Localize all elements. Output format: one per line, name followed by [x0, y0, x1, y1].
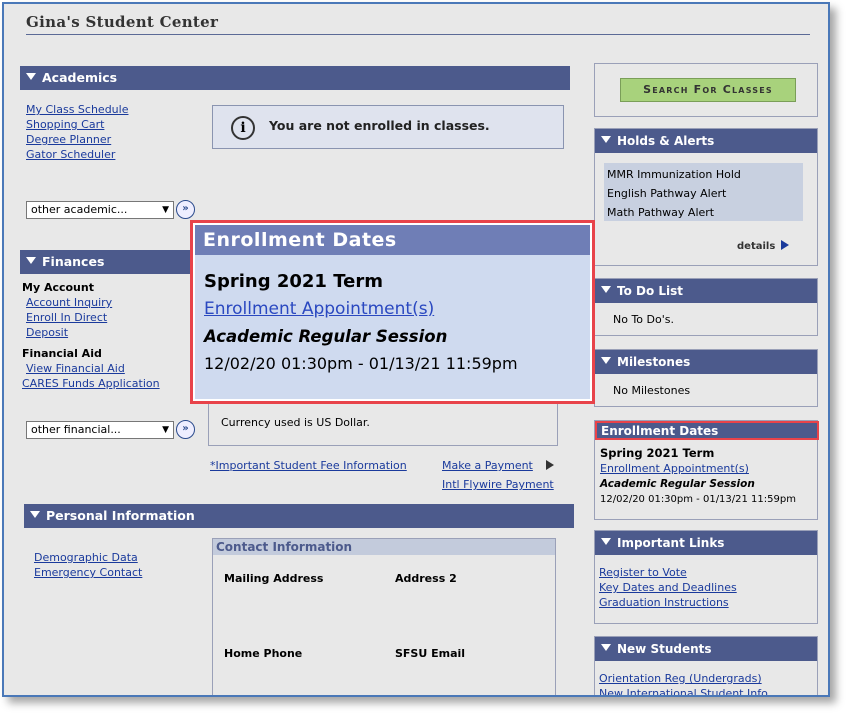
cares-funds-link[interactable]: CARES Funds Application — [22, 376, 207, 391]
info-icon: i — [231, 116, 255, 140]
graduation-instructions-link[interactable]: Graduation Instructions — [599, 595, 737, 610]
holds-list: MMR Immunization Hold English Pathway Al… — [604, 163, 803, 221]
shopping-cart-link[interactable]: Shopping Cart — [26, 117, 206, 132]
collapse-triangle-icon — [601, 644, 611, 651]
other-academic-select[interactable]: other academic... ▼ — [26, 201, 174, 219]
academic-go-icon[interactable]: » — [176, 200, 195, 219]
currency-note: Currency used is US Dollar. — [221, 416, 370, 429]
view-financial-aid-link[interactable]: View Financial Aid — [26, 361, 207, 376]
dropdown-arrow-icon: ▼ — [162, 205, 169, 215]
deposit-link[interactable]: Deposit — [26, 325, 207, 340]
callout-header: Enrollment Dates — [195, 225, 590, 255]
not-enrolled-text: You are not enrolled in classes. — [269, 118, 490, 133]
collapse-triangle-icon — [601, 136, 611, 143]
finance-summary-box: Currency used is US Dollar. — [208, 402, 558, 446]
mailing-address-label: Mailing Address — [224, 572, 324, 585]
milestones-panel: Milestones No Milestones — [594, 349, 818, 407]
financial-go-icon[interactable]: » — [176, 420, 195, 439]
key-dates-link[interactable]: Key Dates and Deadlines — [599, 580, 737, 595]
todo-panel: To Do List No To Do's. — [594, 278, 818, 336]
home-phone-label: Home Phone — [224, 647, 303, 660]
page-title: Gina's Student Center — [26, 13, 219, 31]
enrollment-dates: 12/02/20 01:30pm - 01/13/21 11:59pm — [600, 494, 796, 505]
collapse-triangle-icon — [30, 511, 40, 518]
enrollment-appointment-link[interactable]: Enrollment Appointment(s) — [600, 461, 749, 476]
hold-item: MMR Immunization Hold — [607, 168, 741, 181]
callout-dates: 12/02/20 01:30pm - 01/13/21 11:59pm — [204, 354, 518, 373]
enrollment-dates-callout: Enrollment Dates Spring 2021 Term Enroll… — [190, 220, 595, 404]
enrollment-term: Spring 2021 Term — [600, 446, 715, 460]
degree-planner-link[interactable]: Degree Planner — [26, 132, 206, 147]
callout-term: Spring 2021 Term — [204, 271, 383, 292]
milestones-header[interactable]: Milestones — [595, 350, 817, 374]
demographic-data-link[interactable]: Demographic Data — [34, 550, 194, 565]
financial-aid-label: Financial Aid — [22, 347, 102, 360]
gator-scheduler-link[interactable]: Gator Scheduler — [26, 147, 206, 162]
academics-header[interactable]: Academics — [20, 66, 570, 90]
address2-label: Address 2 — [395, 572, 457, 585]
emergency-contact-link[interactable]: Emergency Contact — [34, 565, 194, 580]
collapse-triangle-icon — [601, 286, 611, 293]
hold-item: Math Pathway Alert — [607, 206, 715, 219]
academics-links: My Class Schedule Shopping Cart Degree P… — [26, 102, 206, 162]
personal-links: Demographic Data Emergency Contact — [34, 550, 194, 580]
play-arrow-icon — [546, 460, 554, 470]
important-links-panel: Important Links Register to Vote Key Dat… — [594, 530, 818, 624]
account-inquiry-link[interactable]: Account Inquiry — [26, 295, 207, 310]
holds-alerts-panel: Holds & Alerts MMR Immunization Hold Eng… — [594, 128, 818, 266]
hold-item: English Pathway Alert — [607, 187, 727, 200]
callout-session: Academic Regular Session — [204, 327, 448, 346]
details-link[interactable]: details — [737, 241, 775, 252]
collapse-triangle-icon — [601, 538, 611, 545]
collapse-triangle-icon — [26, 257, 36, 264]
todo-header[interactable]: To Do List — [595, 279, 817, 303]
new-students-list: Orientation Reg (Undergrads) New Interna… — [599, 671, 768, 695]
orientation-reg-link[interactable]: Orientation Reg (Undergrads) — [599, 671, 768, 686]
not-enrolled-notice: i You are not enrolled in classes. — [212, 105, 564, 149]
my-class-schedule-link[interactable]: My Class Schedule — [26, 102, 206, 117]
sfsu-email-label: SFSU Email — [395, 647, 466, 660]
my-account-label: My Account — [22, 281, 94, 294]
make-payment-link[interactable]: Make a Payment — [442, 458, 533, 473]
enroll-in-direct-link[interactable]: Enroll In Direct — [26, 310, 207, 325]
details-arrow-icon[interactable] — [781, 240, 789, 250]
enrollment-dates-header[interactable]: Enrollment Dates — [595, 421, 819, 440]
new-students-panel: New Students Orientation Reg (Undergrads… — [594, 636, 818, 695]
other-financial-select[interactable]: other financial... ▼ — [26, 421, 174, 439]
register-to-vote-link[interactable]: Register to Vote — [599, 565, 737, 580]
holds-alerts-header[interactable]: Holds & Alerts — [595, 129, 817, 153]
student-center-window: Gina's Student Center Academics My Class… — [2, 2, 830, 697]
intl-student-info-link[interactable]: New International Student Info — [599, 686, 768, 695]
personal-info-header[interactable]: Personal Information — [24, 504, 574, 528]
important-links-header[interactable]: Important Links — [595, 531, 817, 555]
todo-text: No To Do's. — [613, 313, 674, 326]
new-students-header[interactable]: New Students — [595, 637, 817, 661]
important-links-list: Register to Vote Key Dates and Deadlines… — [599, 565, 737, 610]
dropdown-arrow-icon: ▼ — [162, 425, 169, 435]
search-for-classes-button[interactable]: Search For Classes — [620, 78, 796, 102]
collapse-triangle-icon — [601, 357, 611, 364]
fee-info-link[interactable]: *Important Student Fee Information — [210, 458, 407, 473]
callout-appointment-link[interactable]: Enrollment Appointment(s) — [204, 299, 434, 319]
enrollment-dates-panel: Enrollment Dates Spring 2021 Term Enroll… — [594, 420, 819, 520]
finances-links: My Account Account Inquiry Enroll In Dir… — [22, 280, 207, 391]
title-divider — [26, 34, 810, 35]
milestones-text: No Milestones — [613, 384, 691, 397]
contact-info-header: Contact Information — [213, 539, 555, 555]
contact-info-panel: Contact Information Mailing Address Addr… — [212, 538, 556, 695]
finances-header[interactable]: Finances — [20, 250, 192, 274]
flywire-payment-link[interactable]: Intl Flywire Payment — [442, 477, 554, 492]
collapse-triangle-icon — [26, 73, 36, 80]
enrollment-session: Academic Regular Session — [600, 478, 755, 490]
